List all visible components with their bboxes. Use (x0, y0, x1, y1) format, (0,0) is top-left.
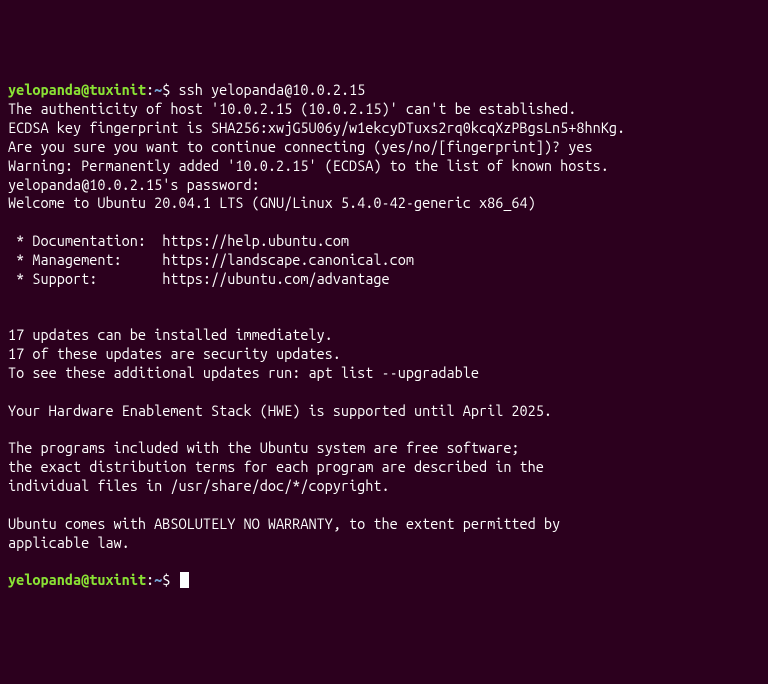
output-warranty-2: applicable law. (8, 534, 130, 551)
cursor-icon (180, 572, 189, 588)
output-documentation-link: * Documentation: https://help.ubuntu.com (8, 232, 349, 249)
output-fingerprint: ECDSA key fingerprint is SHA256:xwjG5U06… (8, 119, 625, 136)
output-welcome: Welcome to Ubuntu 20.04.1 LTS (GNU/Linux… (8, 194, 536, 211)
output-warranty-1: Ubuntu comes with ABSOLUTELY NO WARRANTY… (8, 515, 560, 532)
output-updates-count: 17 updates can be installed immediately. (8, 326, 333, 343)
prompt-userhost: yelopanda@tuxinit (8, 81, 146, 98)
output-free-software-2: the exact distribution terms for each pr… (8, 458, 544, 475)
prompt-colon: : (146, 81, 154, 98)
output-security-updates: 17 of these updates are security updates… (8, 345, 341, 362)
prompt-path: ~ (154, 571, 162, 588)
prompt-line-1: yelopanda@tuxinit:~$ ssh yelopanda@10.0.… (8, 81, 365, 98)
prompt-colon: : (146, 571, 154, 588)
ssh-command: ssh yelopanda@10.0.2.15 (179, 81, 366, 98)
output-warning: Warning: Permanently added '10.0.2.15' (… (8, 157, 609, 174)
output-updates-hint: To see these additional updates run: apt… (8, 364, 479, 381)
output-password-prompt: yelopanda@10.0.2.15's password: (8, 176, 260, 193)
output-management-link: * Management: https://landscape.canonica… (8, 251, 414, 268)
prompt-line-2[interactable]: yelopanda@tuxinit:~$ (8, 571, 189, 588)
output-free-software-1: The programs included with the Ubuntu sy… (8, 439, 520, 456)
output-hwe: Your Hardware Enablement Stack (HWE) is … (8, 402, 552, 419)
output-free-software-3: individual files in /usr/share/doc/*/cop… (8, 477, 390, 494)
terminal-viewport[interactable]: yelopanda@tuxinit:~$ ssh yelopanda@10.0.… (8, 81, 760, 590)
output-authenticity: The authenticity of host '10.0.2.15 (10.… (8, 100, 576, 117)
prompt-dollar: $ (162, 571, 178, 588)
output-confirm: Are you sure you want to continue connec… (8, 138, 593, 155)
output-support-link: * Support: https://ubuntu.com/advantage (8, 270, 390, 287)
prompt-userhost: yelopanda@tuxinit (8, 571, 146, 588)
prompt-dollar: $ (162, 81, 178, 98)
